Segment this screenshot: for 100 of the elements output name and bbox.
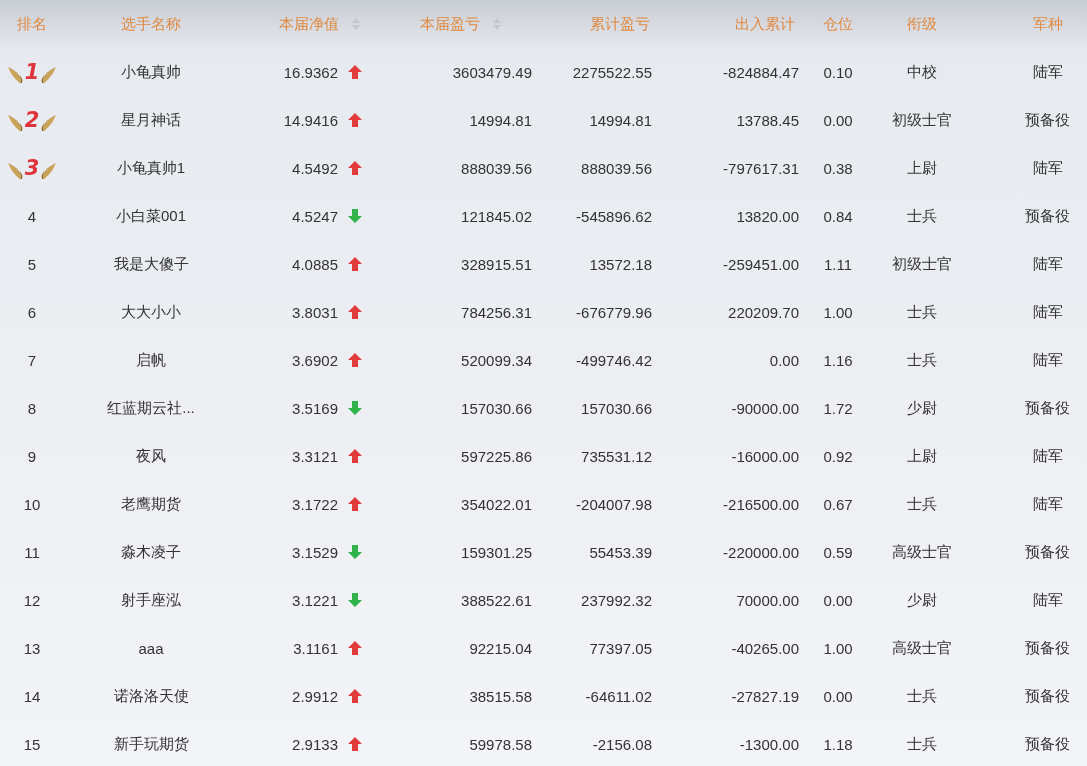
player-name: 我是大傻子 <box>113 254 189 272</box>
profit-loss: 888039.56 <box>461 159 532 177</box>
service-branch: 预备役 <box>1025 110 1070 128</box>
cumulative-flow: -220000.00 <box>723 543 799 561</box>
player-name: 新手玩期货 <box>113 734 189 752</box>
service-branch: 预备役 <box>1025 206 1070 224</box>
position-ratio: 1.00 <box>823 303 853 321</box>
service-branch: 陆军 <box>1032 350 1063 368</box>
column-header: 仓位 <box>823 14 853 32</box>
position-ratio: 1.00 <box>823 639 853 657</box>
player-name: 小龟真帅 <box>121 62 181 80</box>
service-branch: 陆军 <box>1032 494 1063 512</box>
player-name: 大大小小 <box>121 302 181 320</box>
net-value: 4.0885 <box>292 255 338 273</box>
rank-title: 初级士官 <box>892 254 952 272</box>
profit-loss: 520099.34 <box>461 351 532 369</box>
service-branch: 预备役 <box>1025 686 1070 704</box>
column-header: 排名 <box>17 14 47 32</box>
rank-title: 上尉 <box>907 446 937 464</box>
rank-title: 士兵 <box>907 206 937 224</box>
net-value: 3.1722 <box>292 495 338 513</box>
cumulative-profit: 237992.32 <box>581 591 652 609</box>
position-ratio: 0.38 <box>823 159 853 177</box>
profit-loss: 354022.01 <box>461 495 532 513</box>
sort-icon[interactable] <box>351 17 361 31</box>
cumulative-profit: -204007.98 <box>576 495 652 513</box>
position-ratio: 1.72 <box>823 399 853 417</box>
position-ratio: 0.67 <box>823 495 853 513</box>
player-name: 射手座泓 <box>121 590 181 608</box>
player-name: 星月神话 <box>121 110 181 128</box>
position-ratio: 1.16 <box>823 351 853 369</box>
service-branch: 陆军 <box>1032 62 1063 80</box>
cumulative-profit: 157030.66 <box>581 399 652 417</box>
position-ratio: 0.00 <box>823 591 853 609</box>
cumulative-profit: 77397.05 <box>589 639 652 657</box>
position-ratio: 0.92 <box>823 447 853 465</box>
profit-loss: 92215.04 <box>469 639 532 657</box>
service-branch: 陆军 <box>1032 254 1063 272</box>
player-name: aaa <box>138 639 164 657</box>
player-name: 红蓝期云社... <box>107 398 195 416</box>
cumulative-profit: 735531.12 <box>581 447 652 465</box>
position-ratio: 0.59 <box>823 543 853 561</box>
rank-number: 11 <box>24 543 40 561</box>
net-value: 4.5492 <box>292 159 338 177</box>
rank-title: 中校 <box>907 62 937 80</box>
rank-title: 士兵 <box>907 686 937 704</box>
service-branch: 预备役 <box>1025 542 1070 560</box>
rank-number: 15 <box>23 735 41 753</box>
profit-loss: 784256.31 <box>461 303 532 321</box>
column-header: 累计盈亏 <box>590 14 650 32</box>
profit-loss: 59978.58 <box>469 735 532 753</box>
rank-title: 高级士官 <box>892 542 952 560</box>
profit-loss: 388522.61 <box>461 591 532 609</box>
cumulative-flow: -16000.00 <box>731 447 799 465</box>
rank-title: 士兵 <box>907 734 937 752</box>
service-branch: 陆军 <box>1032 590 1063 608</box>
player-name: 启帆 <box>136 350 166 368</box>
cumulative-profit: 888039.56 <box>581 159 652 177</box>
position-ratio: 0.00 <box>823 111 853 129</box>
rank-number: 14 <box>23 687 41 705</box>
net-value: 3.1221 <box>292 591 338 609</box>
profit-loss: 38515.58 <box>469 687 532 705</box>
rank-number: 3 <box>24 156 40 180</box>
position-ratio: 0.00 <box>823 687 853 705</box>
cumulative-flow: -1300.00 <box>739 735 799 753</box>
cumulative-flow: 220209.70 <box>728 303 799 321</box>
cumulative-profit: -676779.96 <box>576 303 652 321</box>
column-header[interactable]: 本届盈亏 <box>420 14 480 34</box>
rank-number: 7 <box>27 351 37 369</box>
cumulative-flow: -216500.00 <box>723 495 799 513</box>
player-name: 淼木凌子 <box>121 542 181 560</box>
column-header: 军种 <box>1032 14 1063 32</box>
cumulative-flow: -27827.19 <box>731 687 799 705</box>
net-value: 2.9912 <box>292 687 338 705</box>
profit-loss: 121845.02 <box>461 207 532 225</box>
cumulative-profit: -2156.08 <box>592 735 652 753</box>
sort-icon[interactable] <box>492 17 502 31</box>
cumulative-flow: 13820.00 <box>736 207 799 225</box>
net-value: 3.3121 <box>292 447 338 465</box>
rank-number: 5 <box>27 255 37 273</box>
cumulative-profit: -499746.42 <box>576 351 652 369</box>
cumulative-profit: 2275522.55 <box>572 63 652 81</box>
rank-title: 高级士官 <box>892 638 952 656</box>
service-branch: 陆军 <box>1032 446 1063 464</box>
rank-number: 13 <box>23 639 41 657</box>
rank-number: 8 <box>27 399 37 417</box>
rank-title: 士兵 <box>907 350 937 368</box>
position-ratio: 0.84 <box>823 207 853 225</box>
rank-number: 12 <box>23 591 41 609</box>
cumulative-flow: -824884.47 <box>723 63 799 81</box>
rank-title: 初级士官 <box>892 110 952 128</box>
rank-number: 9 <box>27 447 37 465</box>
player-name: 小龟真帅1 <box>116 158 186 176</box>
profit-loss: 157030.66 <box>461 399 532 417</box>
net-value: 3.1161 <box>293 639 338 657</box>
column-header[interactable]: 本届净值 <box>279 14 339 34</box>
profit-loss: 597225.86 <box>461 447 532 465</box>
cumulative-flow: -90000.00 <box>731 399 799 417</box>
profit-loss: 3603479.49 <box>452 63 532 81</box>
net-value: 3.6902 <box>292 351 338 369</box>
